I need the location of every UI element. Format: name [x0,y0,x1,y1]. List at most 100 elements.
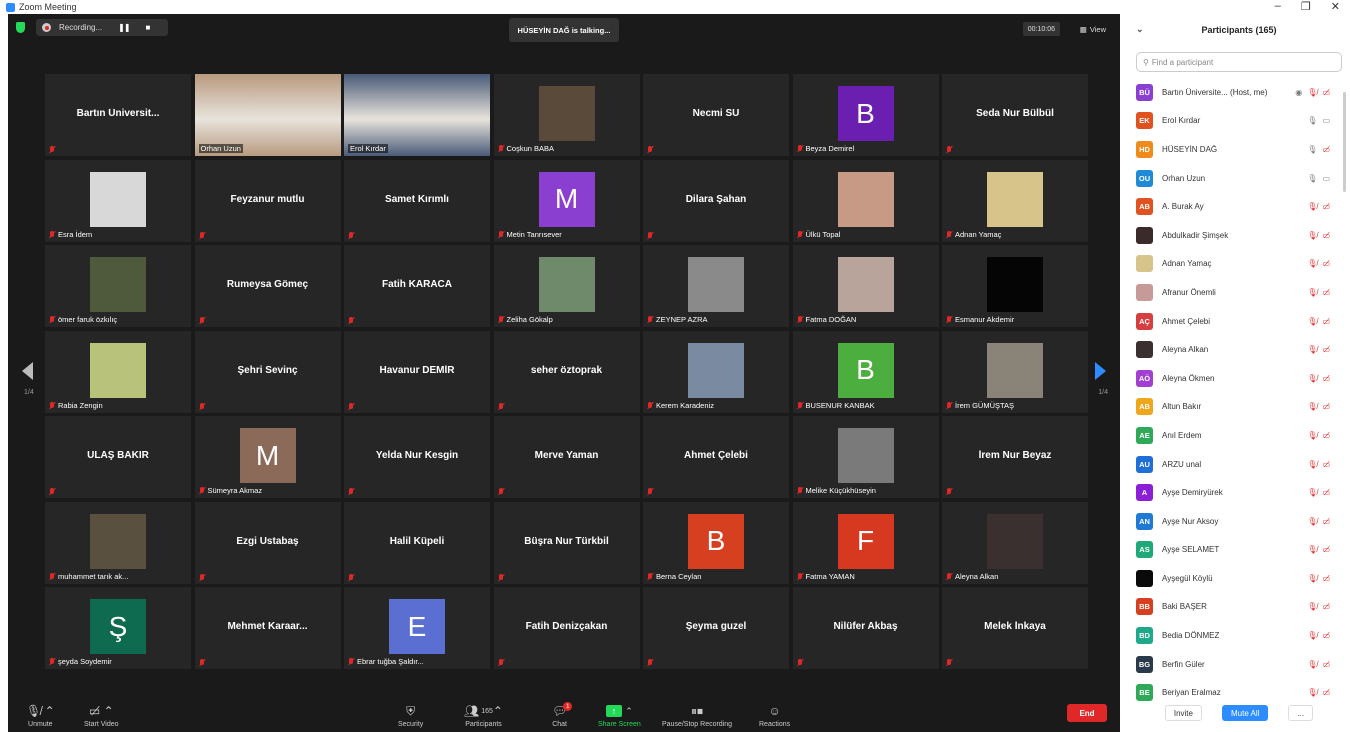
participant-row[interactable]: Abdulkadir Şimşek 🎙︎̸ ▭̸ [1128,221,1350,250]
participant-tile[interactable]: Merve Yaman [493,416,640,498]
participant-tile[interactable]: Coşkun BABA [493,74,640,156]
participant-tile[interactable]: ULAŞ BAKIR [45,416,191,498]
participant-tile[interactable]: muhammet tarık ak... [45,501,191,584]
participant-tile[interactable]: Fatih Denizçakan [493,587,640,669]
stop-recording-icon[interactable]: ■ [146,23,151,32]
participant-row[interactable]: BB Baki BAŞER 🎙︎̸ ▭̸ [1128,593,1350,622]
participant-tile[interactable]: Şşeyda Soydemir [45,587,191,669]
mute-all-button[interactable]: Mute All [1221,705,1269,721]
participant-tile[interactable]: Büşra Nur Türkbil [493,501,640,584]
participant-tile[interactable]: Melek İnkaya [942,587,1088,669]
participant-row[interactable]: AN Ayşe Nur Aksoy 🎙︎̸ ▭̸ [1128,507,1350,536]
participant-tile[interactable]: Erol Kırdar [344,74,490,156]
chat-button[interactable]: 💬︎ 1 Chat [552,702,573,728]
participant-tile[interactable]: Orhan Uzun [194,74,341,156]
participant-tile[interactable]: Ülkü Topal [792,159,939,242]
restore-icon[interactable]: ❐ [1301,0,1311,13]
participant-row[interactable]: AÖ Aleyna Ökmen 🎙︎̸ ▭̸ [1128,364,1350,393]
participant-tile[interactable]: Şehri Sevinç [194,330,341,413]
participant-tile[interactable]: Aleyna Alkan [942,501,1088,584]
participant-row[interactable]: BÜ Bartın Üniversite... (Host, me) ◉ 🎙︎̸ ▭̸ [1128,78,1350,107]
minimize-icon[interactable]: – [1275,0,1281,13]
tile-display-name: Nilüfer Akbaş [833,621,898,632]
participant-row[interactable]: HD HÜSEYİN DAĞ 🎙︎ ▭̸ [1128,135,1350,164]
tile-caption: Esmanur Akdemir [946,315,1014,324]
participant-tile[interactable]: Fatma DOĞAN [792,245,939,327]
participant-tile[interactable]: Bartın Üniversit... [45,74,191,156]
participant-tile[interactable]: Havanur DEMİR [344,330,490,413]
participants-button[interactable]: 👥︎ 165 ⌃ Participants [464,704,503,728]
participant-tile[interactable]: Rabia Zengin [45,330,191,413]
pause-recording-icon[interactable]: ❚❚ [118,23,130,32]
pause-stop-recording-button[interactable]: ⏸⏹ Pause/Stop Recording [662,704,732,729]
participant-tile[interactable]: Ahmet Çelebi [643,416,789,498]
participant-tile[interactable]: M Metin Tanrısever [493,159,640,242]
participant-tile[interactable]: Seda Nur Bülbül [942,74,1088,156]
next-page-arrow-icon[interactable] [1095,362,1106,380]
participant-row[interactable]: AB Altun Bakır 🎙︎̸ ▭̸ [1128,393,1350,422]
participant-tile[interactable]: İrem Nur Beyaz [942,416,1088,498]
chevron-down-icon[interactable]: ⌄ [1136,24,1144,35]
participant-tile[interactable]: B Beyza Demirel [792,74,939,156]
unmute-button[interactable]: 🎙︎̸ ⌃ Unmute [26,704,55,728]
participant-tile[interactable]: Samet Kırımlı [344,159,490,242]
participant-tile[interactable]: Esmanur Akdemir [942,245,1088,327]
participant-row[interactable]: AE Anıl Erdem 🎙︎̸ ▭̸ [1128,421,1350,450]
participant-search-input[interactable]: ⚲ Find a participant [1136,52,1342,72]
start-video-button[interactable]: ▭̸ ⌃ Start Video [84,704,119,728]
tile-caption-name: Beyza Demirel [805,144,855,153]
participant-row[interactable]: AS Ayşe SELAMET 🎙︎̸ ▭̸ [1128,536,1350,565]
participant-tile[interactable]: M Sümeyra Akmaz [194,416,341,498]
participant-row[interactable]: Adnan Yamaç 🎙︎̸ ▭̸ [1128,250,1350,279]
security-shield-icon[interactable] [16,22,25,33]
share-screen-button[interactable]: ↑ ⌃ Share Screen [598,704,641,728]
muted-mic-icon [946,659,952,666]
participant-tile[interactable]: Halil Küpeli [344,501,490,584]
participants-panel-header: ⌄ Participants (165) [1128,14,1350,46]
participant-tile[interactable]: Zeliha Gökalp [493,245,640,327]
security-button[interactable]: ⛨ Security [398,704,423,729]
reactions-button[interactable]: ☺︎ Reactions [759,704,790,728]
participant-tile[interactable]: Melike Küçükhüseyin [792,416,939,498]
invite-button[interactable]: Invite [1164,705,1202,721]
participant-tile[interactable]: F Fatma YAMAN [792,501,939,584]
participant-tile[interactable]: Rumeysa Gömeç [194,245,341,327]
view-button[interactable]: ▦ View [1076,22,1110,36]
participant-row[interactable]: BD Bedia DÖNMEZ 🎙︎̸ ▭̸ [1128,621,1350,650]
participant-row[interactable]: Aleyna Alkan 🎙︎̸ ▭̸ [1128,335,1350,364]
participant-tile[interactable]: Dilara Şahan [643,159,789,242]
participant-tile[interactable]: Yelda Nur Kesgin [344,416,490,498]
participant-row[interactable]: AB A. Burak Ay 🎙︎̸ ▭̸ [1128,192,1350,221]
participant-tile[interactable]: Ezgi Ustabaş [194,501,341,584]
participant-tile[interactable]: B BUSENUR KANBAK [792,330,939,413]
participant-tile[interactable]: Kerem Karadeniz [643,330,789,413]
participant-row[interactable]: Afranur Önemli 🎙︎̸ ▭̸ [1128,278,1350,307]
participant-tile[interactable]: Şeyma guzel [643,587,789,669]
end-meeting-button[interactable]: End [1067,704,1107,722]
participant-row[interactable]: BG Berfin Güler 🎙︎̸ ▭̸ [1128,650,1350,679]
more-options-button[interactable]: ... [1288,705,1314,721]
participant-tile[interactable]: E Ebrar tuğba Şaldır... [344,587,490,669]
participant-tile[interactable]: ZEYNEP AZRA [643,245,789,327]
participant-tile[interactable]: Fatih KARACA [344,245,490,327]
participant-tile[interactable]: ömer faruk özkılıç [45,245,191,327]
participant-tile[interactable]: Mehmet Karaar... [194,587,341,669]
participant-tile[interactable]: İrem GÜMÜŞTAŞ [942,330,1088,413]
tile-letter-avatar: F [837,513,894,569]
participant-tile[interactable]: B Berna Ceylan [643,501,789,584]
participant-tile[interactable]: seher öztoprak [493,330,640,413]
participant-list-scrollbar[interactable] [1343,92,1346,192]
participant-tile[interactable]: Nilüfer Akbaş [792,587,939,669]
participant-row[interactable]: AÇ Ahmet Çelebi 🎙︎̸ ▭̸ [1128,307,1350,336]
participant-row[interactable]: Ayşegül Köylü 🎙︎̸ ▭̸ [1128,564,1350,593]
participant-row[interactable]: OU Orhan Uzun 🎙︎ ▭ [1128,164,1350,193]
participant-tile[interactable]: Feyzanur mutlu [194,159,341,242]
participant-tile[interactable]: Necmi SU [643,74,789,156]
previous-page-arrow-icon[interactable] [22,362,33,380]
participant-tile[interactable]: Esra İdem [45,159,191,242]
participant-tile[interactable]: Adnan Yamaç [942,159,1088,242]
participant-row[interactable]: AU ARZU unal 🎙︎̸ ▭̸ [1128,450,1350,479]
participant-row[interactable]: EK Erol Kırdar 🎙︎ ▭ [1128,107,1350,136]
close-icon[interactable]: ✕ [1331,0,1340,13]
participant-row[interactable]: A Ayşe Demiryürek 🎙︎̸ ▭̸ [1128,478,1350,507]
